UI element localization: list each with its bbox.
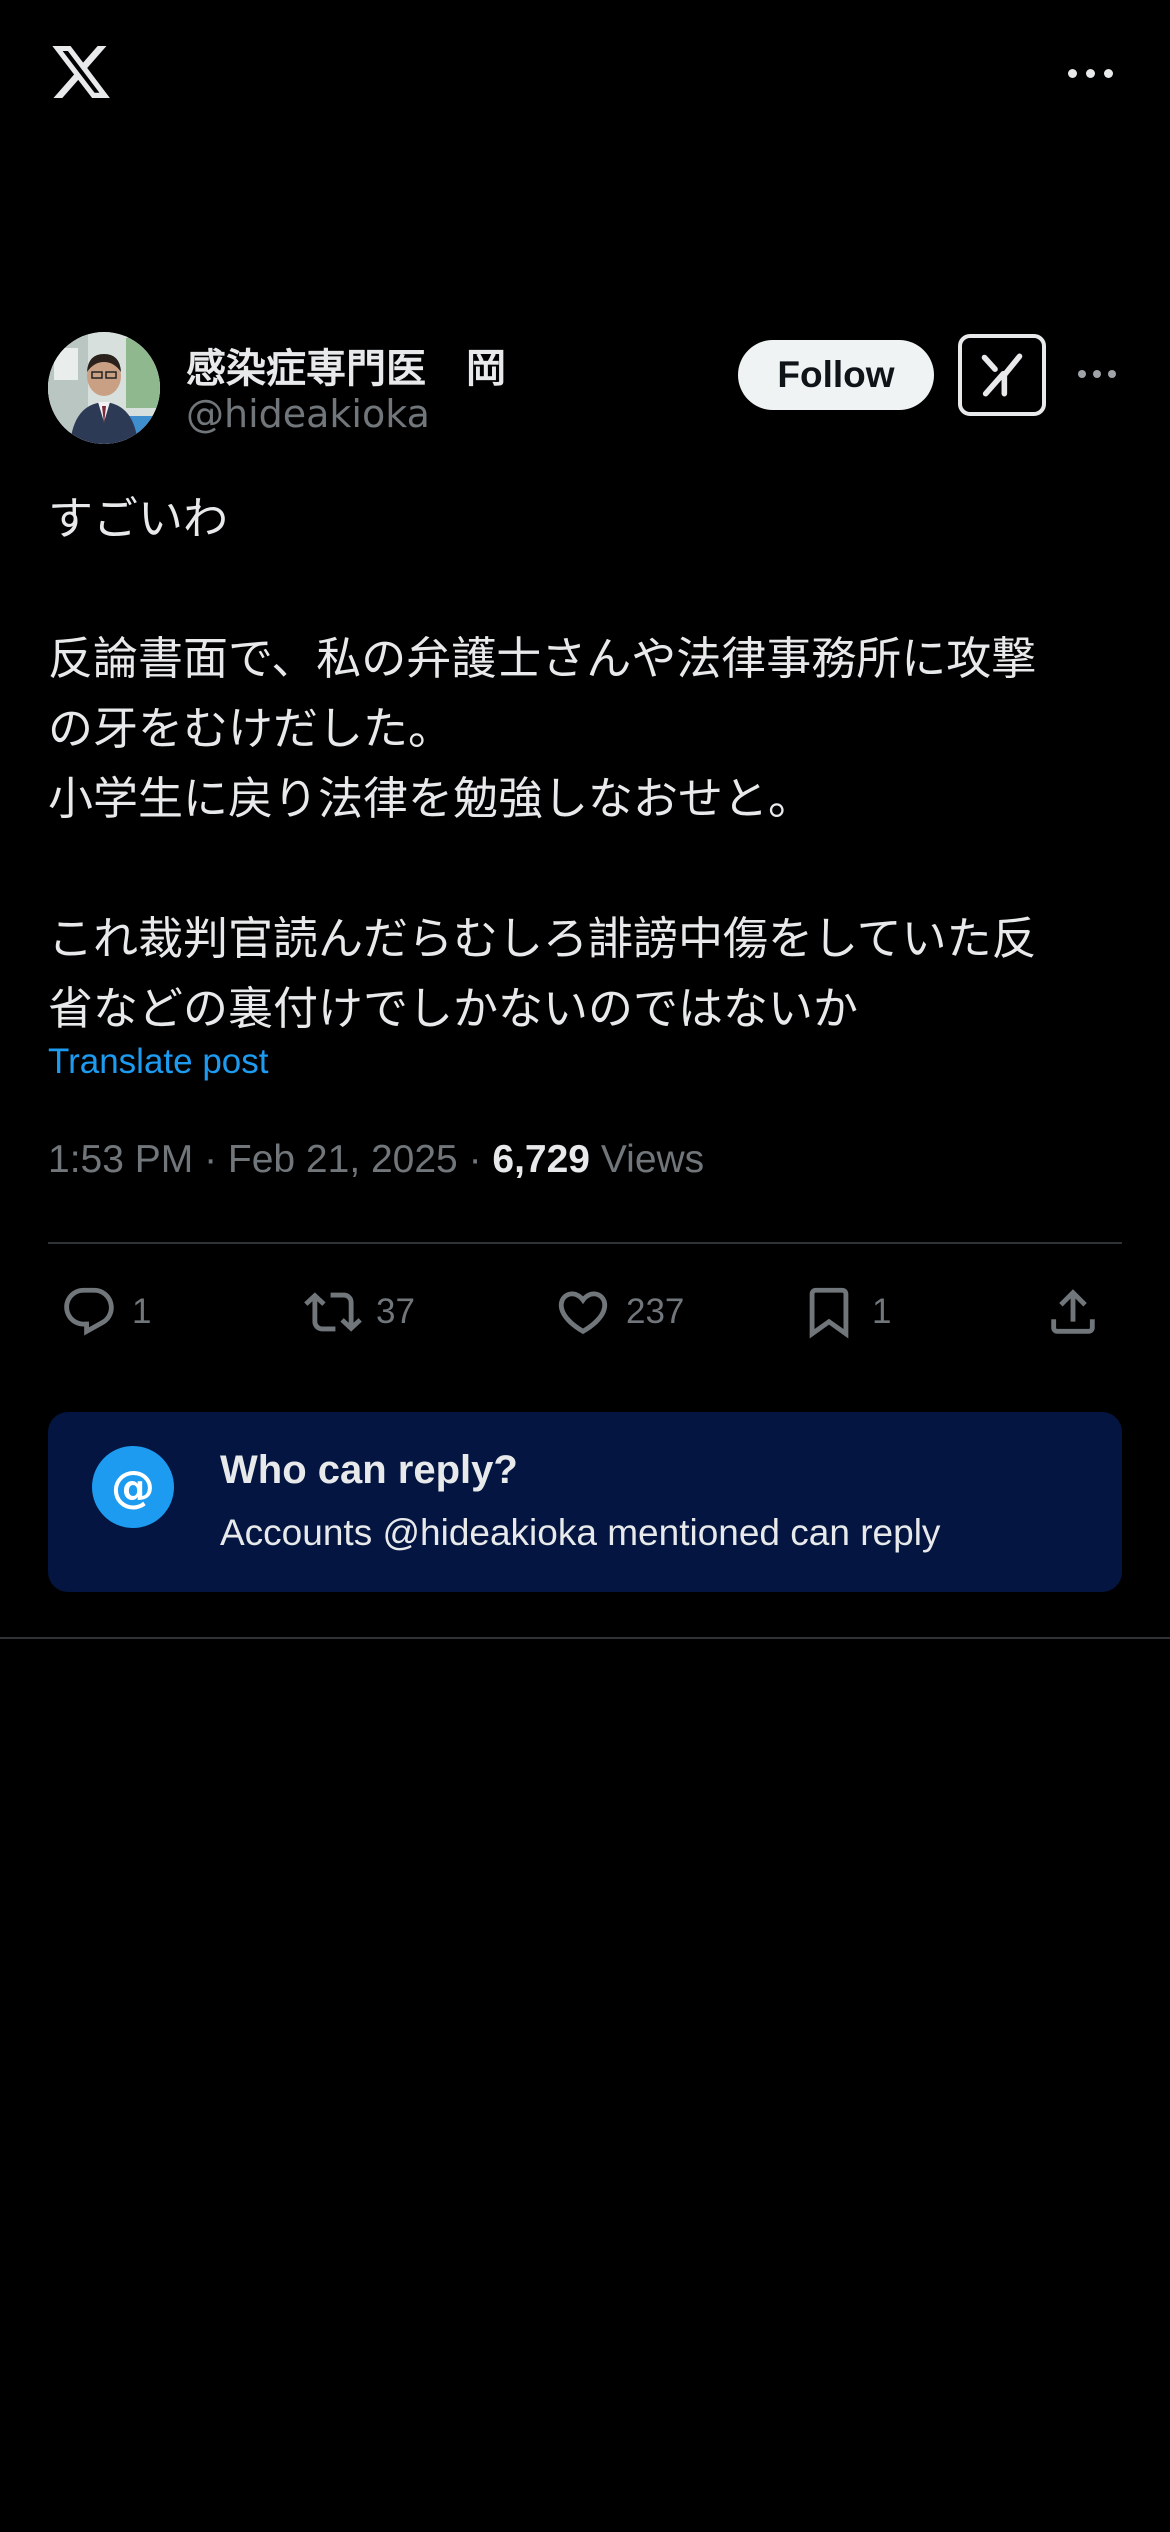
- bookmark-icon: [809, 1287, 849, 1339]
- repost-count: 37: [376, 1292, 415, 1331]
- x-logo-icon[interactable]: [46, 40, 116, 104]
- views-label: Views: [590, 1138, 705, 1181]
- post-meta: 1:53 PM · Feb 21, 2025 · 6,729 Views: [48, 1138, 704, 1182]
- follow-button[interactable]: Follow: [738, 340, 934, 410]
- more-horizontal-icon[interactable]: [1060, 58, 1120, 88]
- repost-icon: [304, 1292, 362, 1332]
- at-sign-icon: @: [92, 1446, 174, 1528]
- heart-icon: [558, 1291, 608, 1335]
- post-text-line: [48, 554, 1122, 624]
- views-count[interactable]: 6,729: [492, 1138, 590, 1181]
- grok-icon[interactable]: [958, 334, 1046, 416]
- post-text: すごいわ 反論書面で、私の弁護士さんや法律事務所に攻撃 の牙をむけだした。 小学…: [48, 484, 1122, 1044]
- post-more-icon[interactable]: [1072, 362, 1122, 386]
- like-button[interactable]: 237: [554, 1270, 684, 1354]
- divider: [48, 1242, 1122, 1244]
- share-button[interactable]: [1044, 1270, 1102, 1354]
- repost-button[interactable]: 37: [304, 1270, 415, 1354]
- translate-post-link[interactable]: Translate post: [48, 1042, 268, 1082]
- divider: [0, 1637, 1170, 1639]
- post-timestamp[interactable]: 1:53 PM · Feb 21, 2025 ·: [48, 1138, 492, 1181]
- post-text-line: の牙をむけだした。: [48, 702, 454, 755]
- bookmark-button[interactable]: 1: [800, 1270, 891, 1354]
- author-display-name[interactable]: 感染症専門医 岡: [186, 336, 506, 394]
- action-bar: 1 37 237 1: [48, 1270, 1122, 1354]
- top-bar: [0, 0, 1170, 150]
- post-text-line: 小学生に戻り法律を勉強しなおせと。: [48, 772, 814, 825]
- post-text-line: [48, 834, 1122, 904]
- like-count: 237: [626, 1292, 685, 1331]
- post-text-line: 反論書面で、私の弁護士さんや法律事務所に攻撃: [48, 632, 1037, 685]
- avatar[interactable]: [48, 332, 160, 444]
- who-can-reply-description: Accounts @hideakioka mentioned can reply: [220, 1512, 941, 1553]
- author-handle[interactable]: @hideakioka: [186, 392, 430, 436]
- reply-button[interactable]: 1: [60, 1270, 151, 1354]
- reply-icon: [64, 1287, 114, 1336]
- share-icon: [1051, 1289, 1095, 1334]
- post-text-line: これ裁判官読んだらむしろ誹謗中傷をしていた反: [48, 912, 1037, 965]
- bookmark-count: 1: [872, 1292, 892, 1331]
- reply-count: 1: [132, 1292, 152, 1331]
- who-can-reply-box: @ Who can reply? Accounts @hideakioka me…: [48, 1412, 1122, 1592]
- who-can-reply-title: Who can reply?: [220, 1448, 518, 1492]
- post-text-line: すごいわ: [48, 492, 229, 545]
- post-text-line: 省などの裏付けでしかないのではないか: [48, 982, 859, 1035]
